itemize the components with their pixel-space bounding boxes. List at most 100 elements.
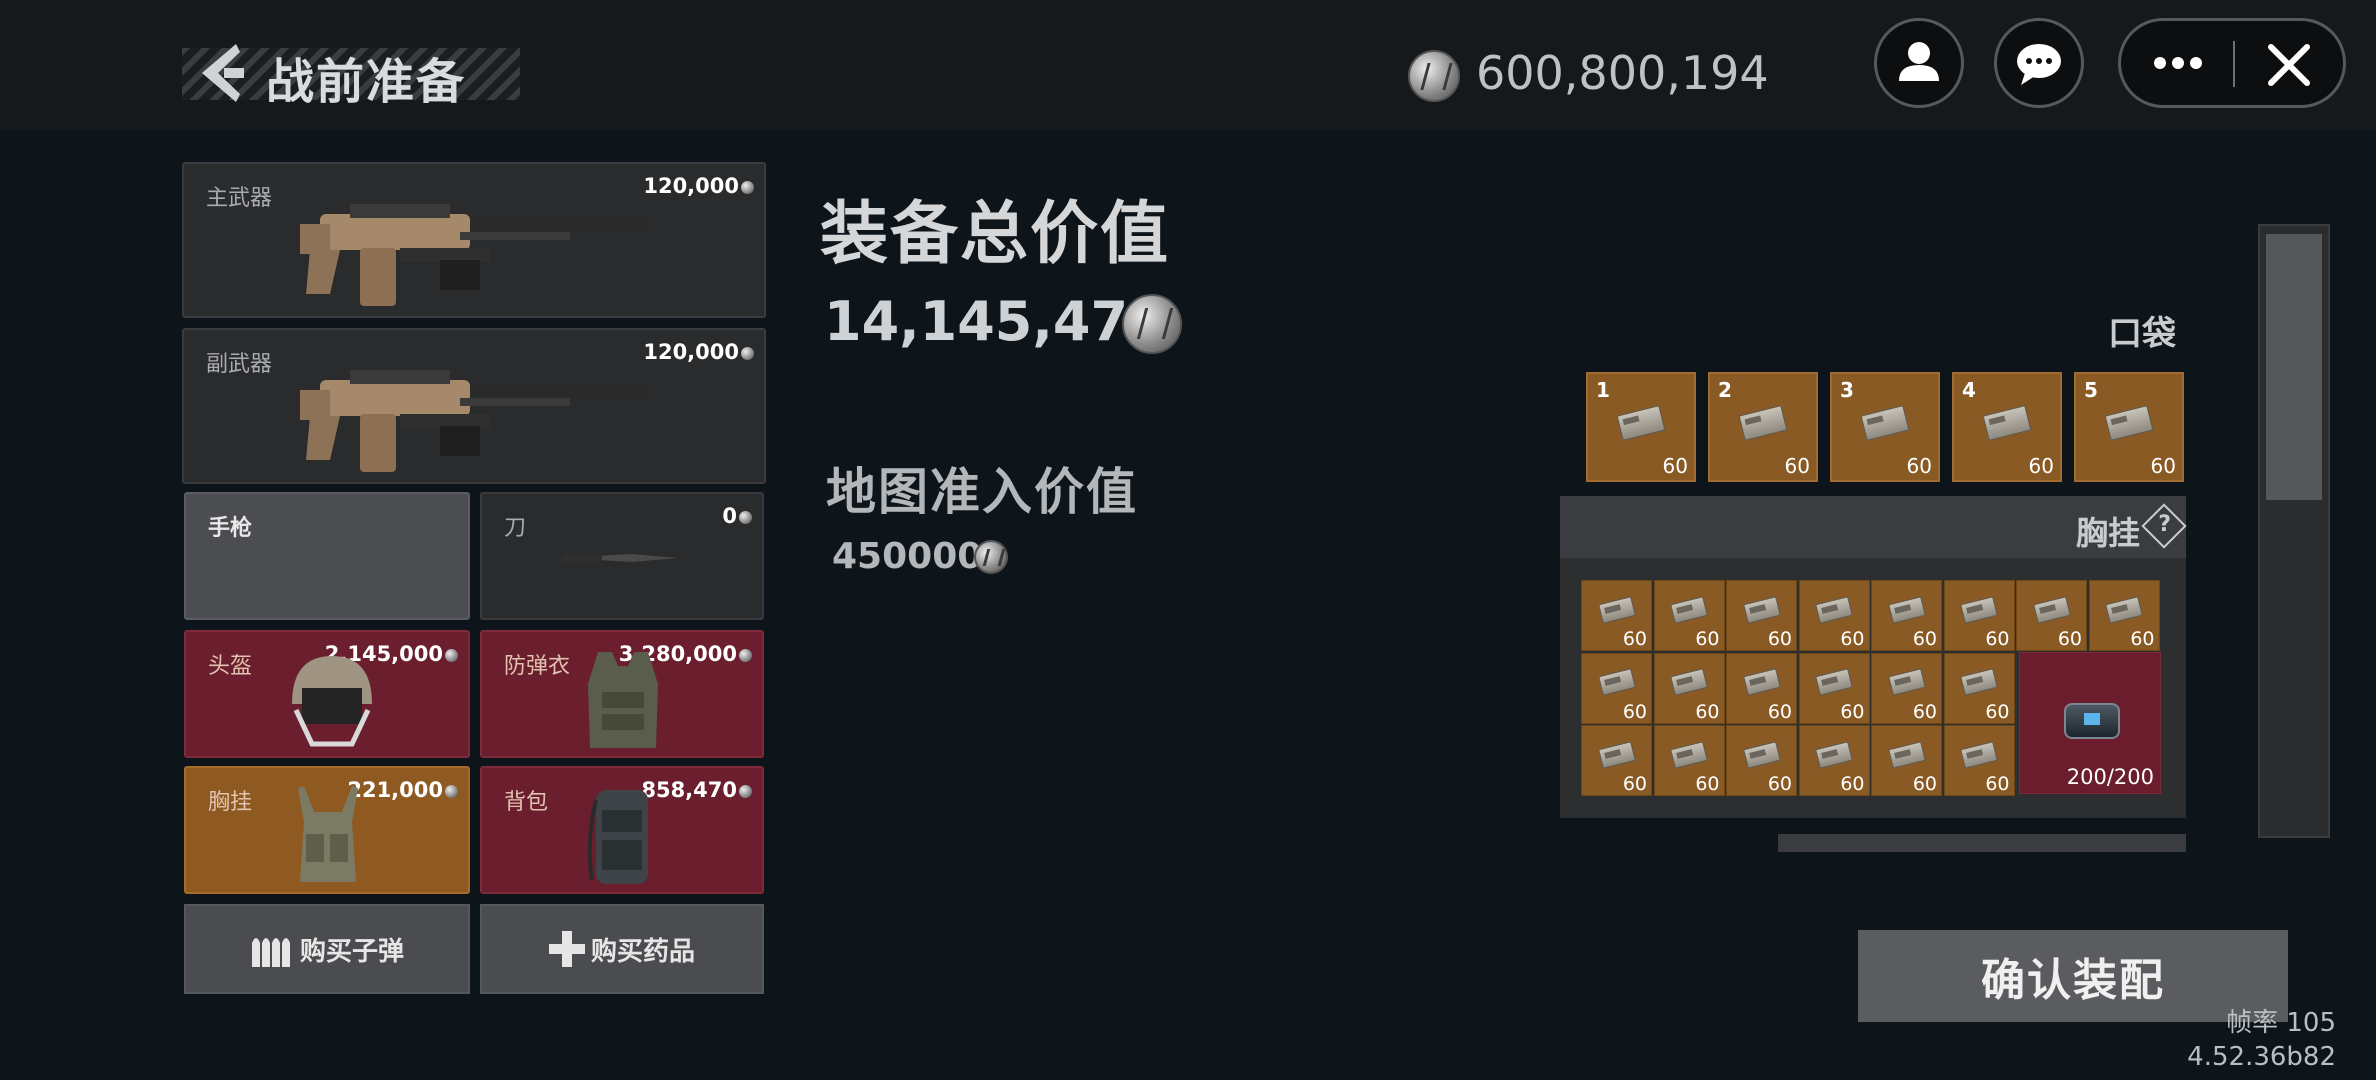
user-icon bbox=[1899, 42, 1939, 81]
pocket-slot-5[interactable]: 5 60 bbox=[2074, 372, 2184, 482]
chest-ammo-cell[interactable]: 60 bbox=[1943, 725, 2015, 796]
chest-ammo-cell[interactable]: 60 bbox=[1581, 652, 1652, 724]
chest-ammo-cell[interactable]: 60 bbox=[1653, 652, 1725, 724]
helmet-slot[interactable]: 头盔 2,145,000 bbox=[184, 630, 470, 758]
page-title: 战前准备 bbox=[266, 54, 467, 110]
backpack-section-header bbox=[1778, 834, 2186, 852]
slot-label: 副武器 bbox=[206, 352, 273, 377]
backpack-icon bbox=[587, 790, 648, 884]
vest-icon bbox=[588, 652, 658, 748]
chest-ammo-cell[interactable]: 60 bbox=[1581, 725, 1652, 796]
ammo-box-icon bbox=[1887, 596, 1926, 624]
chest-ammo-cell[interactable]: 60 bbox=[1798, 652, 1870, 724]
perf-overlay: 帧率 105 4.52.36b82 bbox=[2187, 1006, 2336, 1074]
ammo-box-icon bbox=[1815, 741, 1853, 769]
chest-rig-header: 胸挂 ? bbox=[1560, 496, 2187, 558]
ammo-box-icon bbox=[2032, 596, 2071, 624]
pocket-title: 口袋 bbox=[2108, 314, 2176, 354]
pocket-slot-4[interactable]: 4 60 bbox=[1952, 372, 2062, 482]
chest-rig-slot[interactable]: 胸挂 221,000 bbox=[184, 766, 470, 894]
ammo-box-icon bbox=[1982, 404, 2032, 441]
chest-ammo-cell[interactable]: 60 bbox=[2016, 580, 2087, 651]
ammo-box-icon bbox=[1670, 668, 1708, 697]
chat-bubble-icon bbox=[2017, 44, 2061, 85]
slot-label: 主武器 bbox=[206, 186, 273, 211]
slot-label: 胸挂 bbox=[208, 790, 253, 815]
armor-slot[interactable]: 防弹衣 3,280,000 bbox=[480, 630, 764, 758]
pocket-slot-1[interactable]: 1 60 bbox=[1586, 372, 1696, 482]
ammo-box-icon bbox=[1960, 741, 1998, 769]
ammo-box-icon bbox=[2104, 404, 2154, 441]
chest-ammo-cell[interactable]: 60 bbox=[1943, 652, 2015, 724]
ammo-box-icon bbox=[1860, 404, 1910, 441]
primary-weapon-slot[interactable]: 主武器 120,000 bbox=[182, 162, 766, 318]
ammo-box-icon bbox=[1742, 596, 1781, 624]
bullets-icon bbox=[251, 938, 290, 967]
chest-ammo-cell[interactable]: 60 bbox=[1581, 580, 1652, 651]
buy-ammo-button[interactable]: 购买子弹 bbox=[184, 904, 470, 994]
ammo-box-icon bbox=[1597, 596, 1636, 624]
chest-ammo-cell[interactable]: 60 bbox=[1798, 580, 1870, 651]
total-value: 14,145,470 bbox=[824, 290, 1166, 353]
buy-meds-label: 购买药品 bbox=[590, 936, 695, 967]
close-icon[interactable] bbox=[2259, 35, 2319, 95]
ammo-box-icon bbox=[2105, 596, 2143, 624]
chest-ammo-cell[interactable]: 60 bbox=[1726, 652, 1797, 724]
ammo-box-icon bbox=[1815, 668, 1853, 697]
ammo-box-icon bbox=[1738, 404, 1788, 441]
total-value-heading: 装备总价值 bbox=[820, 195, 1171, 274]
pocket-slot-2[interactable]: 2 60 bbox=[1708, 372, 1818, 482]
rifle-icon bbox=[300, 204, 650, 306]
plus-icon bbox=[548, 931, 585, 967]
chest-ammo-cell[interactable]: 60 bbox=[1871, 580, 1942, 651]
med-kit-count: 200/200 bbox=[2066, 765, 2154, 789]
slot-label: 背包 bbox=[504, 790, 549, 815]
ammo-box-icon bbox=[1960, 668, 1998, 697]
backpack-slot[interactable]: 背包 858,470 bbox=[480, 766, 764, 894]
slot-label: 头盔 bbox=[208, 654, 253, 679]
ammo-box-icon bbox=[1597, 668, 1636, 697]
secondary-weapon-slot[interactable]: 副武器 120,000 bbox=[182, 328, 766, 484]
chest-ammo-cell[interactable]: 60 bbox=[1943, 580, 2015, 651]
ammo-box-icon bbox=[1670, 596, 1708, 624]
ammo-box-icon bbox=[1887, 668, 1926, 697]
scroll-thumb[interactable] bbox=[2266, 234, 2322, 500]
slot-label: 刀 bbox=[504, 516, 527, 541]
pistol-slot[interactable]: 手枪 bbox=[184, 492, 470, 620]
pocket-slot-3[interactable]: 3 60 bbox=[1830, 372, 1940, 482]
ammo-box-icon bbox=[1742, 741, 1781, 769]
chest-ammo-cell[interactable]: 60 bbox=[1726, 580, 1797, 651]
top-bar: 战前准备 600,800,194 bbox=[0, 0, 2376, 130]
knife-icon bbox=[562, 554, 678, 562]
chest-rig-title: 胸挂 bbox=[2075, 514, 2140, 552]
map-entry-heading: 地图准入价值 bbox=[826, 463, 1138, 521]
ammo-box-icon bbox=[1742, 668, 1781, 697]
chest-ammo-cell[interactable]: 60 bbox=[1653, 725, 1725, 796]
version-label: 4.52.36b82 bbox=[2187, 1042, 2336, 1072]
back-arrow-icon[interactable] bbox=[196, 42, 248, 104]
chest-ammo-cell[interactable]: 60 bbox=[1798, 725, 1870, 796]
ammo-box-icon bbox=[1815, 596, 1853, 624]
chest-ammo-cell[interactable]: 60 bbox=[1726, 725, 1797, 796]
chest-ammo-cell[interactable]: 60 bbox=[1871, 725, 1942, 796]
profile-button[interactable] bbox=[1874, 18, 1964, 108]
chest-ammo-cell[interactable]: 60 bbox=[2088, 580, 2160, 651]
ammo-box-icon bbox=[1960, 596, 1998, 624]
map-entry-value: 450000 bbox=[832, 536, 983, 577]
currency-coin-icon bbox=[1408, 50, 1460, 102]
window-controls bbox=[2118, 18, 2346, 108]
more-icon[interactable] bbox=[2143, 33, 2213, 93]
inventory-scrollbar[interactable] bbox=[2258, 224, 2330, 838]
chest-ammo-cell[interactable]: 60 bbox=[1871, 652, 1942, 724]
buy-ammo-label: 购买子弹 bbox=[299, 936, 404, 967]
chest-ammo-cell[interactable]: 60 bbox=[1653, 580, 1725, 651]
currency-balance: 600,800,194 bbox=[1476, 46, 1769, 100]
knife-slot[interactable]: 刀 0 bbox=[480, 492, 764, 620]
buy-meds-button[interactable]: 购买药品 bbox=[480, 904, 764, 994]
rifle-icon bbox=[300, 370, 650, 472]
med-kit-cell[interactable]: 200/200 bbox=[2019, 652, 2161, 794]
chat-button[interactable] bbox=[1994, 18, 2084, 108]
ammo-box-icon bbox=[1616, 404, 1666, 441]
currency-coin-icon bbox=[1122, 294, 1182, 354]
fps-label: 帧率 105 bbox=[2226, 1008, 2336, 1038]
